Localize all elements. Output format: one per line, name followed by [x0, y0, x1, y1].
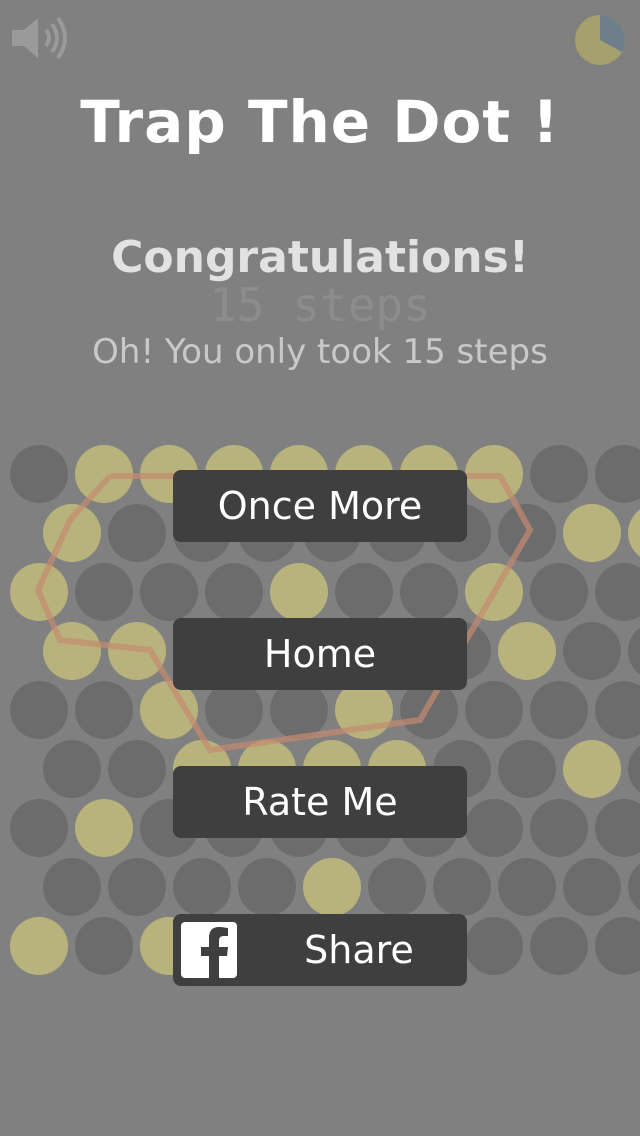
board-cell [595, 445, 640, 503]
facebook-icon [181, 922, 237, 978]
board-cell [465, 799, 523, 857]
board-cell [628, 509, 640, 557]
board-cell [465, 681, 523, 739]
board-cell [498, 740, 556, 798]
board-cell [75, 917, 133, 975]
steps-ghost-text: 15 steps [209, 278, 431, 332]
board-cell [10, 799, 68, 857]
board-cell [335, 563, 393, 621]
board-cell [238, 858, 296, 916]
board-cell [10, 681, 68, 739]
board-cell [368, 858, 426, 916]
result-message: Oh! You only took 15 steps [92, 332, 548, 372]
board-cell [173, 858, 231, 916]
congratulations-heading: Congratulations! [111, 232, 529, 283]
board-cell [530, 681, 588, 739]
board-cell [530, 445, 588, 503]
share-label: Share [304, 928, 414, 972]
board-cell [498, 622, 556, 680]
board-cell [10, 917, 68, 975]
board-cell [303, 858, 361, 916]
home-button[interactable]: Home [173, 618, 467, 690]
rate-me-button[interactable]: Rate Me [173, 766, 467, 838]
board-cell [108, 504, 166, 562]
board-cell [628, 745, 640, 793]
board-cell [75, 681, 133, 739]
board-cell [140, 563, 198, 621]
board-cell [530, 917, 588, 975]
board-cell [400, 563, 458, 621]
once-more-button[interactable]: Once More [173, 470, 467, 542]
board-cell [75, 799, 133, 857]
board-cell [108, 740, 166, 798]
board-cell [563, 858, 621, 916]
board-cell [43, 622, 101, 680]
board-cell [270, 563, 328, 621]
share-button[interactable]: Share [173, 914, 467, 986]
board-cell [205, 563, 263, 621]
board-cell [43, 740, 101, 798]
board-cell [595, 681, 640, 739]
board-cell [563, 504, 621, 562]
board-cell [433, 858, 491, 916]
pie-icon [575, 14, 626, 65]
board-cell [108, 858, 166, 916]
board-cell [530, 799, 588, 857]
speaker-icon[interactable] [8, 14, 68, 62]
board-cell [43, 858, 101, 916]
board-cell [75, 563, 133, 621]
board-cell [628, 627, 640, 675]
board-cell [595, 917, 640, 975]
board-cell [563, 740, 621, 798]
board-cell [563, 622, 621, 680]
board-cell [530, 563, 588, 621]
board-cell [498, 858, 556, 916]
board-cell [595, 799, 640, 857]
game-title: Trap The Dot ! [80, 88, 560, 156]
board-cell [465, 917, 523, 975]
board-cell [628, 863, 640, 911]
board-cell [595, 563, 640, 621]
board-cell [10, 445, 68, 503]
